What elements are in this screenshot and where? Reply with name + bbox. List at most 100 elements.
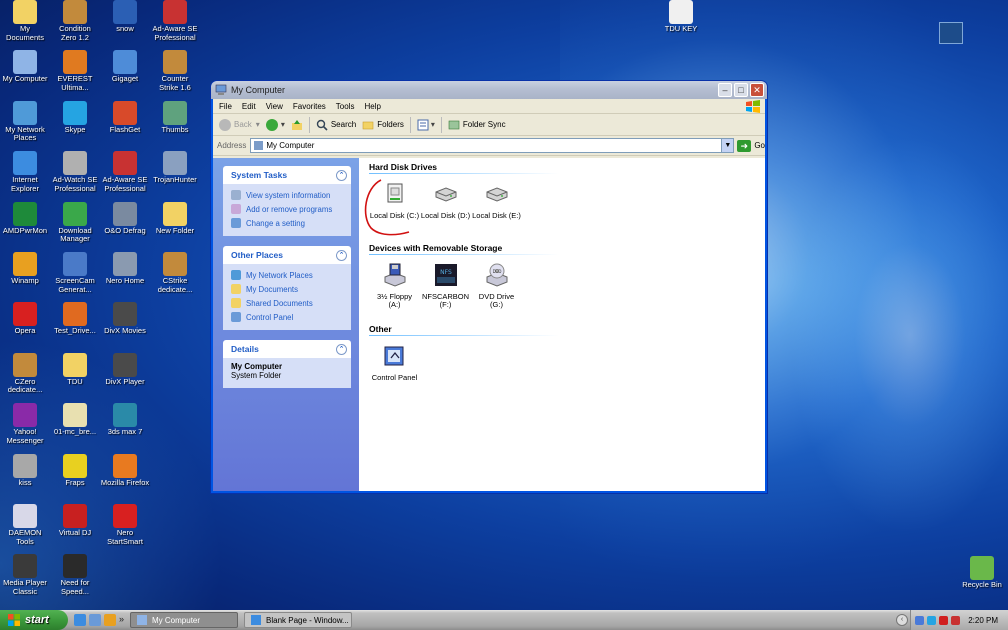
desktop-icon[interactable]: O&O Defrag [100,201,150,250]
desktop-icon[interactable]: CStrike dedicate... [150,252,200,300]
my-documents-link[interactable]: My Documents [231,282,345,296]
desktop-icon[interactable]: Ad-Watch SE Professional [50,151,100,199]
menu-help[interactable]: Help [364,102,380,111]
internet-explorer-icon[interactable] [74,614,86,626]
add-remove-programs-link[interactable]: Add or remove programs [231,202,345,216]
desktop-icon[interactable]: Skype [50,100,100,149]
show-desktop-icon[interactable] [89,614,101,626]
monitor-gadget-icon[interactable] [939,22,963,44]
desktop-icon[interactable]: DivX Movies [100,302,150,350]
desktop-icon[interactable]: Internet Explorer [0,151,50,199]
desktop-icon[interactable]: Test_Drive... [50,302,100,350]
floppy-drive-a[interactable]: 3½ Floppy (A:) [369,263,420,322]
start-button[interactable]: start [0,610,68,630]
desktop-icon[interactable]: Recycle Bin [957,556,1007,604]
desktop-icon[interactable]: Mozilla Firefox [100,453,150,502]
panel-header[interactable]: Other Places ⌃ [223,246,351,264]
clock[interactable]: 2:20 PM [968,616,998,625]
desktop-icon[interactable]: TDU [50,352,100,401]
nfscarbon-drive-f[interactable]: NFS NFSCARBON (F:) [420,263,471,322]
control-panel-item[interactable]: Control Panel [369,344,420,403]
change-setting-link[interactable]: Change a setting [231,216,345,230]
desktop-icon[interactable]: Media Player Classic [0,554,50,602]
desktop-icon[interactable]: Nero Home [100,252,150,300]
desktop-icon[interactable]: New Folder [150,201,200,250]
desktop-icon[interactable]: kiss [0,453,50,502]
quick-launch-more-icon[interactable]: » [119,614,124,626]
menu-view[interactable]: View [266,102,283,111]
my-network-places-link[interactable]: My Network Places [231,268,345,282]
title-bar[interactable]: My Computer – □ ✕ [211,81,767,99]
desktop-icon[interactable]: Counter Strike 1.6 [150,50,200,98]
desktop-icon[interactable]: Need for Speed... [50,554,100,602]
desktop-icon[interactable]: Opera [0,302,50,350]
desktop-icon[interactable]: My Network Places [0,100,50,149]
collapse-chevron-icon[interactable]: ⌃ [336,249,347,261]
desktop-icon[interactable]: My Computer [0,50,50,98]
menu-edit[interactable]: Edit [242,102,256,111]
desktop-icon[interactable]: FlashGet [100,100,150,149]
desktop-icon[interactable]: ScreenCam Generat... [50,252,100,300]
minimize-button[interactable]: – [718,83,732,97]
search-button[interactable]: Search [316,119,356,131]
up-folder-button[interactable] [291,119,303,131]
desktop-icon[interactable]: snow [100,0,150,48]
address-dropdown-button[interactable]: ▼ [721,139,734,152]
media-player-icon[interactable] [104,614,116,626]
views-button[interactable]: ▾ [417,119,435,131]
control-panel-link[interactable]: Control Panel [231,310,345,324]
desktop-icon[interactable]: Winamp [0,252,50,300]
desktop-icon[interactable]: AMDPwrMon [0,201,50,250]
collapse-chevron-icon[interactable]: ⌃ [336,169,347,181]
desktop-icon[interactable]: Condition Zero 1.2 [50,0,100,48]
taskbar-my-computer[interactable]: My Computer [130,612,239,628]
desktop-icon[interactable]: Download Manager [50,201,100,250]
panel-header[interactable]: System Tasks ⌃ [223,166,351,184]
address-label: Address [217,141,247,150]
desktop-icon[interactable]: Virtual DJ [50,504,100,552]
folder-sync-button[interactable]: Folder Sync [448,119,506,131]
desktop-icon[interactable]: DAEMON Tools [0,504,50,552]
shared-documents-link[interactable]: Shared Documents [231,296,345,310]
menu-favorites[interactable]: Favorites [293,102,326,111]
desktop-icon[interactable]: Ad-Aware SE Professional [150,0,200,48]
desktop-icon[interactable]: My Documents [0,0,50,48]
desktop-icon[interactable]: TDU KEY [656,0,706,48]
view-system-information-link[interactable]: View system information [231,188,345,202]
drive-e[interactable]: Local Disk (E:) [471,182,522,241]
desktop-icon[interactable]: Fraps [50,453,100,502]
skype-tray-icon[interactable] [927,615,936,625]
kaspersky-tray-icon[interactable] [939,615,948,625]
show-hidden-icons-button[interactable]: ‹ [896,614,908,626]
desktop-icon[interactable]: CZero dedicate... [0,352,50,401]
drive-d[interactable]: Local Disk (D:) [420,182,471,241]
desktop-icon[interactable]: TrojanHunter [150,151,200,199]
desktop-icon[interactable]: Nero StartSmart [100,504,150,552]
forward-button[interactable]: ▾ [265,118,285,131]
back-button[interactable]: Back ▾ [219,118,260,131]
desktop-icon[interactable]: 3ds max 7 [100,403,150,451]
desktop-icon[interactable]: EVEREST Ultima... [50,50,100,98]
dvd-drive-g[interactable]: DVD DVD Drive (G:) [471,263,522,322]
folders-button[interactable]: Folders [362,119,404,131]
desktop-icon[interactable]: DivX Player [100,352,150,401]
desktop-icon[interactable]: 01-mc_bre... [50,403,100,451]
taskbar-blank-page[interactable]: Blank Page - Window... [244,612,353,628]
network-tray-icon[interactable] [915,615,924,625]
svg-text:NFS: NFS [440,269,452,276]
address-input[interactable]: My Computer ▼ [250,138,735,153]
desktop-icon[interactable]: Ad-Aware SE Professional [100,151,150,199]
go-button[interactable]: ➜ Go [737,139,765,152]
desktop-icon[interactable]: Gigaget [100,50,150,98]
security-tray-icon[interactable] [951,615,960,625]
menu-file[interactable]: File [219,102,232,111]
panel-header[interactable]: Details ⌃ [223,340,351,358]
close-button[interactable]: ✕ [750,83,764,97]
desktop-icon[interactable]: Thumbs [150,100,200,149]
maximize-button[interactable]: □ [734,83,748,97]
desktop-icon-label: snow [116,24,134,33]
desktop-icon[interactable]: Yahoo! Messenger [0,403,50,451]
menu-tools[interactable]: Tools [336,102,355,111]
collapse-chevron-icon[interactable]: ⌃ [336,343,347,355]
defrag-icon [113,201,137,226]
